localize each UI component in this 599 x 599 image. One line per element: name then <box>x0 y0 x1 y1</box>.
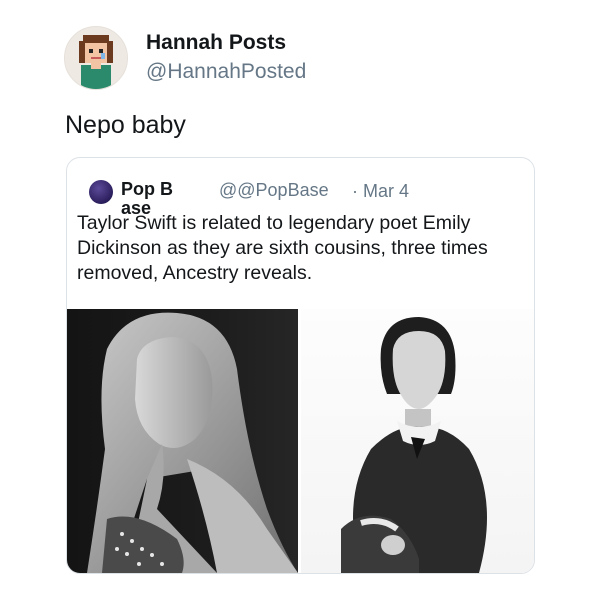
pixel-art-avatar-icon <box>65 27 127 89</box>
emily-dickinson-portrait[interactable] <box>301 309 534 573</box>
quoted-author-handle[interactable]: @@PopBase <box>219 181 345 200</box>
author-handle[interactable]: @HannahPosted <box>146 60 306 84</box>
author-avatar[interactable] <box>64 26 128 90</box>
pop-base-logo-icon[interactable] <box>89 180 113 204</box>
quoted-date[interactable]: · Mar 4 <box>352 181 409 202</box>
quoted-tweet-card[interactable]: Pop Base @@PopBase · Mar 4 Taylor Swift … <box>66 157 535 574</box>
author-name[interactable]: Hannah Posts <box>146 31 286 55</box>
taylor-swift-photo[interactable] <box>67 309 298 573</box>
quoted-text: Taylor Swift is related to legendary poe… <box>77 212 488 284</box>
tweet-text: Nepo baby <box>65 111 186 139</box>
